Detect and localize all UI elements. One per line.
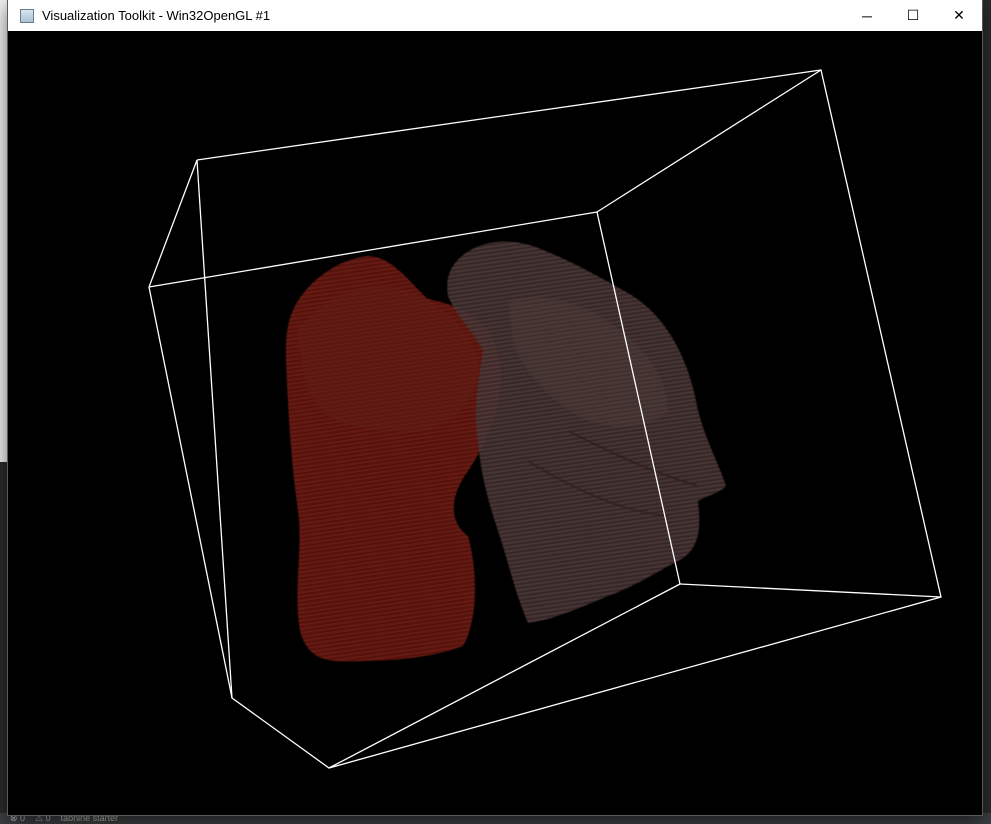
render-viewport[interactable] (8, 31, 982, 815)
minimize-icon: ─ (862, 7, 872, 24)
vtk-render-window[interactable]: Visualization Toolkit - Win32OpenGL #1 ─… (8, 0, 982, 815)
maximize-icon: ☐ (906, 7, 920, 23)
minimize-button[interactable]: ─ (844, 0, 890, 31)
window-titlebar[interactable]: Visualization Toolkit - Win32OpenGL #1 ─… (8, 0, 982, 31)
background-ide-right-gutter (982, 0, 991, 823)
maximize-button[interactable]: ☐ (890, 0, 936, 31)
scene-canvas (148, 69, 942, 769)
close-icon: ✕ (953, 7, 965, 23)
vtk-window-icon (20, 8, 34, 23)
caption-buttons: ─ ☐ ✕ (844, 0, 982, 31)
window-title: Visualization Toolkit - Win32OpenGL #1 (42, 8, 271, 23)
close-button[interactable]: ✕ (936, 0, 982, 31)
right-lung-volume (447, 241, 726, 624)
